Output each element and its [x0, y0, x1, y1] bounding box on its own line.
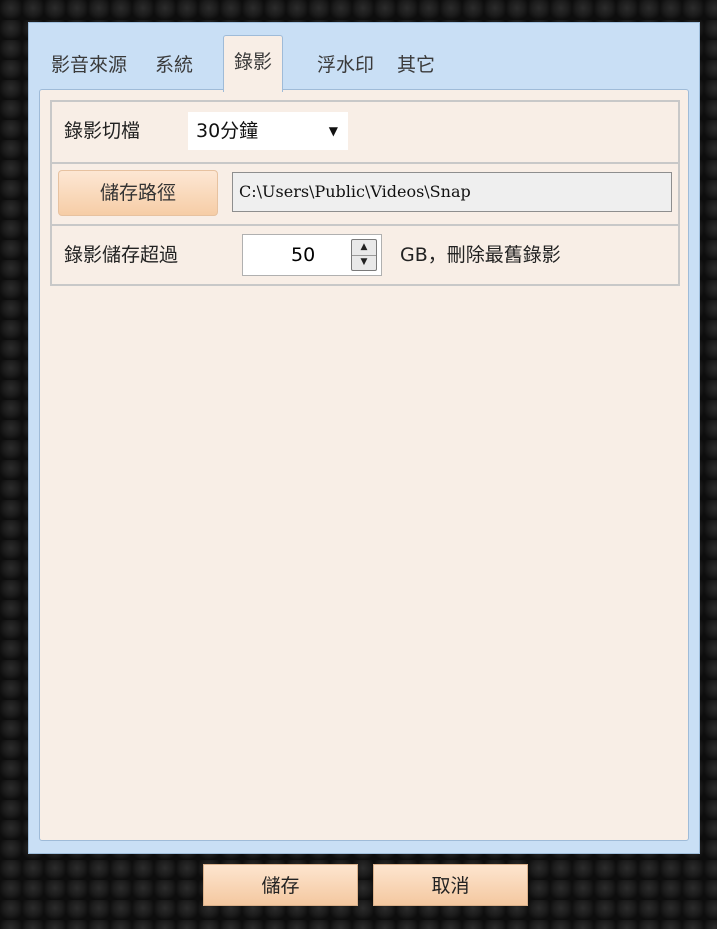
tab-system[interactable]: 系統	[155, 43, 193, 87]
storage-limit-label: 錄影儲存超過	[64, 244, 179, 266]
spin-up-icon[interactable]: ▲	[352, 240, 376, 256]
recording-settings: 錄影切檔 30分鐘 ▼ 儲存路徑 C:\Users\Public\Videos\…	[50, 100, 680, 286]
save-path-field[interactable]: C:\Users\Public\Videos\Snap	[232, 172, 672, 212]
settings-dialog: 影音來源 系統 錄影 浮水印 其它 錄影切檔 30分鐘 ▼ 儲存路徑 C:\Us…	[28, 22, 700, 854]
split-label: 錄影切檔	[64, 120, 141, 142]
cancel-button[interactable]: 取消	[373, 864, 528, 906]
storage-limit-value[interactable]: 50	[291, 235, 315, 275]
save-button[interactable]: 儲存	[203, 864, 358, 906]
spin-down-icon[interactable]: ▼	[352, 255, 376, 270]
split-row: 錄影切檔 30分鐘 ▼	[50, 100, 680, 162]
tab-av-source[interactable]: 影音來源	[51, 43, 127, 87]
dropdown-arrow-icon[interactable]: ▼	[329, 112, 338, 150]
save-path-row: 儲存路徑 C:\Users\Public\Videos\Snap	[50, 162, 680, 224]
storage-limit-suffix: GB，刪除最舊錄影	[400, 244, 561, 266]
split-duration-value: 30分鐘	[196, 120, 259, 142]
tab-other[interactable]: 其它	[397, 43, 435, 87]
save-path-button[interactable]: 儲存路徑	[58, 170, 218, 216]
tab-watermark[interactable]: 浮水印	[317, 43, 374, 87]
spin-buttons: ▲ ▼	[351, 239, 377, 271]
split-duration-select[interactable]: 30分鐘 ▼	[188, 112, 348, 150]
recording-panel: 錄影切檔 30分鐘 ▼ 儲存路徑 C:\Users\Public\Videos\…	[39, 89, 689, 841]
tab-recording[interactable]: 錄影	[223, 35, 284, 92]
storage-limit-stepper[interactable]: 50 ▲ ▼	[242, 234, 382, 276]
storage-limit-row: 錄影儲存超過 50 ▲ ▼ GB，刪除最舊錄影	[50, 224, 680, 286]
